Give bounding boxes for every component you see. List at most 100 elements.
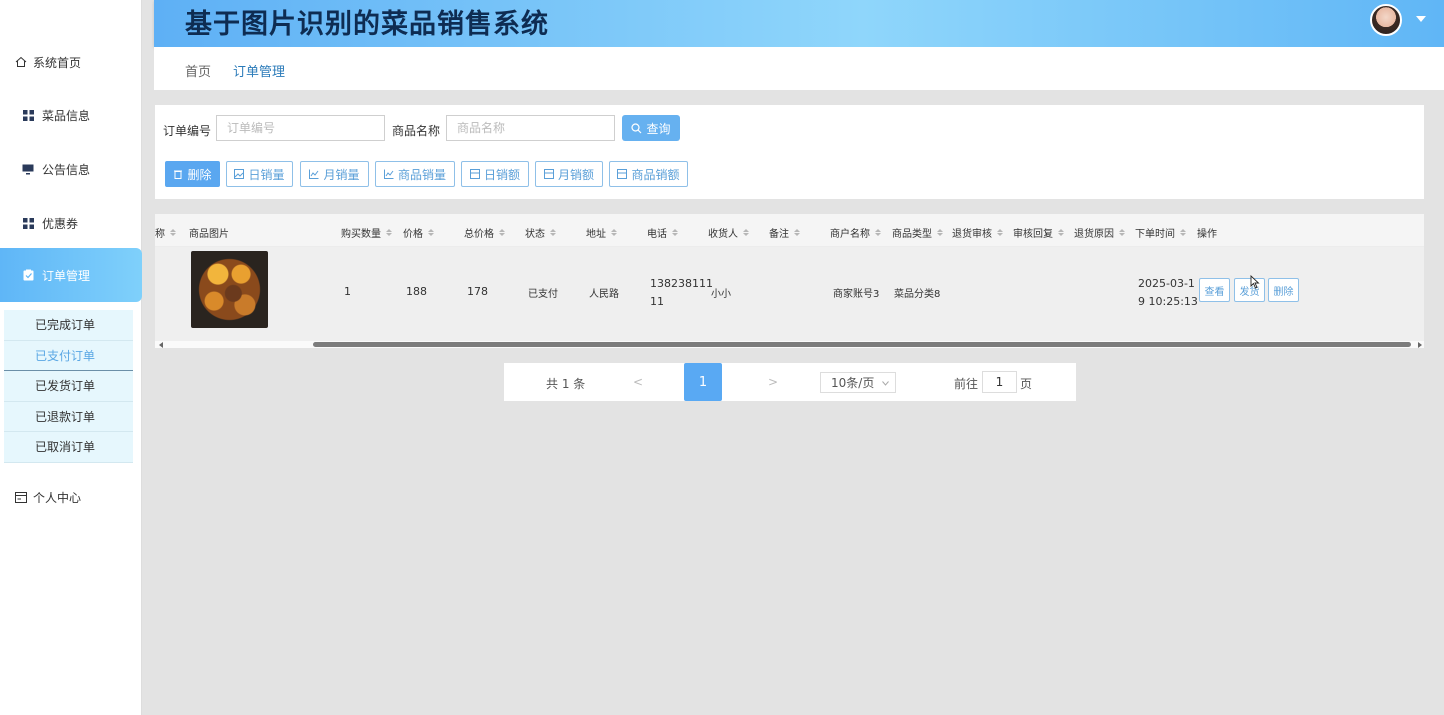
- col-header[interactable]: 状态: [525, 225, 556, 240]
- product-sales-amt-button[interactable]: 商品销额: [609, 161, 688, 187]
- col-header[interactable]: 地址: [586, 225, 617, 240]
- line-chart-icon: [383, 169, 394, 179]
- cell-phone-line2: 11: [650, 295, 664, 308]
- search-icon: [631, 122, 642, 133]
- col-header[interactable]: 备注: [769, 225, 800, 240]
- sidebar-item-profile[interactable]: 个人中心: [0, 477, 142, 517]
- monthly-sales-amt-button[interactable]: 月销额: [535, 161, 603, 187]
- sort-icon: [1058, 229, 1064, 236]
- submenu-paid-orders[interactable]: 已支付订单: [4, 340, 133, 371]
- monthly-sales-amt-label: 月销额: [557, 167, 594, 182]
- product-name-input[interactable]: [446, 115, 615, 141]
- chevron-down-icon: [882, 381, 889, 386]
- sidebar-item-label: 优惠券: [42, 216, 79, 231]
- sort-icon: [743, 229, 749, 236]
- filter-panel: 订单编号 商品名称 查询 删除 日销量 月销量 商品销量 日销额 月销额 商品销…: [155, 105, 1424, 199]
- col-header[interactable]: 称: [155, 225, 176, 240]
- sidebar-item-home[interactable]: 系统首页: [0, 42, 142, 82]
- delete-button[interactable]: 删除: [165, 161, 220, 187]
- col-header[interactable]: 退货审核: [952, 225, 1003, 240]
- col-header[interactable]: 收货人: [708, 225, 749, 240]
- cell-phone-line1: 138238111: [650, 277, 713, 290]
- sort-icon: [428, 229, 434, 236]
- page-unit-label: 页: [1020, 377, 1033, 391]
- view-button[interactable]: 查看: [1199, 278, 1230, 302]
- image-icon: [234, 169, 245, 179]
- query-button[interactable]: 查询: [622, 115, 680, 141]
- col-header[interactable]: 商户名称: [830, 225, 881, 240]
- sidebar-item-orders[interactable]: 订单管理: [0, 248, 142, 302]
- col-header: 操作: [1197, 229, 1217, 240]
- table-header: 称 商品图片 购买数量 价格 总价格 状态 地址 电话 收货人 备注 商户名称 …: [155, 214, 1424, 247]
- chevron-down-icon[interactable]: [1416, 16, 1426, 22]
- col-header[interactable]: 总价格: [464, 225, 505, 240]
- app-title: 基于图片识别的菜品销售系统: [185, 9, 549, 40]
- col-header[interactable]: 购买数量: [341, 225, 392, 240]
- sidebar-item-dishes[interactable]: 菜品信息: [0, 95, 142, 135]
- daily-sales-amt-button[interactable]: 日销额: [461, 161, 529, 187]
- cell-price: 188: [406, 285, 427, 298]
- breadcrumb-current: 订单管理: [233, 65, 286, 80]
- daily-sales-qty-button[interactable]: 日销量: [226, 161, 293, 187]
- sort-icon: [499, 229, 505, 236]
- cell-quantity: 1: [344, 285, 351, 298]
- query-label: 查询: [646, 121, 671, 136]
- monthly-sales-qty-button[interactable]: 月销量: [300, 161, 369, 187]
- page-size-select[interactable]: 10条/页: [820, 372, 896, 393]
- sort-icon: [672, 229, 678, 236]
- table-row[interactable]: 1 188 178 已支付 人民路 138238111 11 小小 商家账号3 …: [155, 247, 1424, 341]
- line-chart-icon: [309, 169, 319, 179]
- table-icon: [617, 169, 628, 179]
- submenu-cancelled-orders[interactable]: 已取消订单: [4, 432, 133, 463]
- next-page-button[interactable]: >: [768, 375, 778, 389]
- sort-icon: [1180, 229, 1186, 236]
- sort-icon: [875, 229, 881, 236]
- sidebar: 系统首页 菜品信息 公告信息 优惠券 订单管理 已完成订单 已支付订单 已发货订…: [0, 0, 142, 715]
- row-delete-button[interactable]: 删除: [1268, 278, 1299, 302]
- col-header[interactable]: 价格: [403, 225, 434, 240]
- product-sales-amt-label: 商品销额: [631, 167, 680, 182]
- page-number-current[interactable]: 1: [684, 363, 722, 401]
- cell-receiver: 小小: [711, 289, 731, 300]
- sidebar-item-notices[interactable]: 公告信息: [0, 149, 142, 189]
- sidebar-item-label: 系统首页: [33, 55, 82, 70]
- sort-icon: [611, 229, 617, 236]
- sort-icon: [170, 229, 176, 236]
- delete-label: 删除: [187, 167, 212, 182]
- col-header[interactable]: 审核回复: [1013, 225, 1064, 240]
- top-header: 基于图片识别的菜品销售系统: [154, 0, 1444, 47]
- page-size-value: 10条/页: [831, 376, 875, 390]
- cell-address: 人民路: [589, 289, 619, 300]
- card-icon: [15, 491, 27, 503]
- goto-page-input[interactable]: 1: [982, 371, 1017, 393]
- grid-icon: [22, 217, 34, 229]
- prev-page-button[interactable]: <: [633, 375, 643, 389]
- cell-status: 已支付: [528, 289, 558, 300]
- cell-time-line1: 2025-03-1: [1138, 277, 1195, 290]
- cell-merchant: 商家账号3: [833, 289, 880, 300]
- scrollbar-thumb[interactable]: [313, 342, 1411, 347]
- order-no-input[interactable]: [216, 115, 385, 141]
- horizontal-scrollbar[interactable]: [155, 341, 1424, 348]
- submenu-refunded-orders[interactable]: 已退款订单: [4, 401, 133, 432]
- home-icon: [15, 56, 27, 68]
- scroll-left-icon[interactable]: [159, 342, 163, 348]
- sort-icon: [386, 229, 392, 236]
- col-header[interactable]: 商品类型: [892, 225, 943, 240]
- sort-icon: [794, 229, 800, 236]
- orders-submenu: 已完成订单 已支付订单 已发货订单 已退款订单 已取消订单: [4, 310, 133, 463]
- col-header[interactable]: 电话: [647, 225, 678, 240]
- sort-icon: [937, 229, 943, 236]
- sidebar-item-coupons[interactable]: 优惠券: [0, 203, 142, 243]
- breadcrumb-home[interactable]: 首页: [185, 61, 211, 80]
- table-icon: [543, 169, 554, 179]
- submenu-completed-orders[interactable]: 已完成订单: [4, 310, 133, 341]
- product-sales-qty-button[interactable]: 商品销量: [375, 161, 455, 187]
- col-header[interactable]: 下单时间: [1135, 225, 1186, 240]
- scroll-right-icon[interactable]: [1418, 342, 1422, 348]
- col-header[interactable]: 退货原因: [1074, 225, 1125, 240]
- avatar[interactable]: [1370, 4, 1402, 36]
- sort-icon: [550, 229, 556, 236]
- cell-time-line2: 9 10:25:13: [1138, 295, 1198, 308]
- submenu-shipped-orders[interactable]: 已发货订单: [4, 371, 133, 402]
